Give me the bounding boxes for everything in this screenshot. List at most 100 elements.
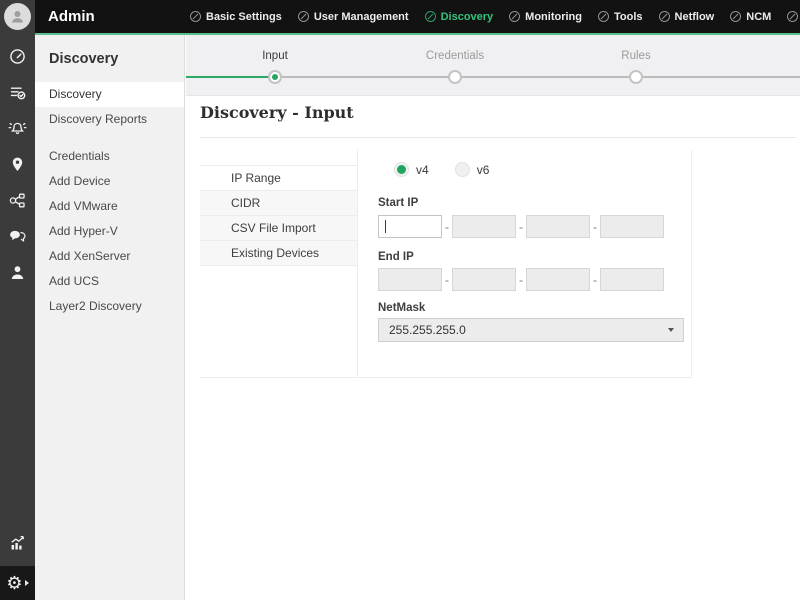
end-ip-octet-1-input[interactable] [378, 268, 442, 291]
end-ip-label: End IP [378, 251, 414, 263]
radio-circle-icon [455, 162, 470, 177]
sidebar-item-layer2-discovery[interactable]: Layer2 Discovery [35, 294, 184, 319]
module-circle-icon [425, 11, 436, 22]
module-circle-icon [659, 11, 670, 22]
module-circle-icon [190, 11, 201, 22]
step-node-credentials[interactable] [448, 70, 462, 84]
rail-icon-group [0, 38, 35, 290]
nav-label: Tools [614, 11, 643, 23]
sidebar-item-add-vmware[interactable]: Add VMware [35, 194, 184, 219]
user-silhouette-icon [8, 7, 27, 26]
module-circle-icon [787, 11, 798, 22]
step-credentials[interactable]: Credentials [426, 50, 484, 62]
text-caret [385, 220, 386, 233]
avatar[interactable] [4, 3, 31, 30]
radio-label: v4 [416, 163, 429, 177]
end-ip-octet-2-input[interactable] [452, 268, 516, 291]
tab-ip-range[interactable]: IP Range [200, 166, 357, 191]
octet-separator: - [516, 220, 526, 234]
nav-label: Discovery [441, 11, 494, 23]
module-circle-icon [730, 11, 741, 22]
module-circle-icon [298, 11, 309, 22]
nav-label: NCM [746, 11, 771, 23]
sidebar-item-add-hyper-v[interactable]: Add Hyper-V [35, 219, 184, 244]
radio-v6[interactable]: v6 [455, 162, 490, 177]
step-input[interactable]: Input [262, 50, 288, 62]
sidebar-item-add-xenserver[interactable]: Add XenServer [35, 244, 184, 269]
tab-column: IP Range CIDR CSV File Import Existing D… [200, 150, 358, 377]
sidebar-item-discovery[interactable]: Discovery [35, 82, 184, 107]
module-circle-icon [598, 11, 609, 22]
radio-label: v6 [477, 163, 490, 177]
octet-separator: - [442, 220, 452, 234]
nav-oputils[interactable]: OpUtils [787, 11, 800, 23]
end-ip-octet-4-input[interactable] [600, 268, 664, 291]
nav-user-management[interactable]: User Management [298, 11, 409, 23]
title-divider [200, 137, 796, 138]
dashboard-gauge-icon[interactable] [0, 38, 35, 74]
start-ip-octet-row: - - - [378, 215, 664, 238]
sidebar-title: Discovery [35, 35, 184, 82]
sidebar-item-add-ucs[interactable]: Add UCS [35, 269, 184, 294]
icon-rail: ⚙ [0, 0, 35, 600]
nav-netflow[interactable]: Netflow [659, 11, 715, 23]
ip-version-radio-group: v4 v6 [394, 162, 489, 177]
reports-chart-icon[interactable] [0, 528, 35, 558]
module-circle-icon [509, 11, 520, 22]
nav-label: Basic Settings [206, 11, 282, 23]
netmask-value: 255.255.255.0 [379, 323, 668, 337]
nav-monitoring[interactable]: Monitoring [509, 11, 582, 23]
nav-basic-settings[interactable]: Basic Settings [190, 11, 282, 23]
octet-separator: - [590, 220, 600, 234]
stepper-progress [186, 76, 275, 78]
step-node-rules[interactable] [629, 70, 643, 84]
gear-caret-icon [25, 580, 29, 586]
page-title-admin: Admin [48, 8, 95, 25]
ip-range-form: v4 v6 Start IP - - - En [358, 150, 691, 377]
alarms-bell-icon[interactable] [0, 110, 35, 146]
sidebar: Discovery Discovery Discovery Reports Cr… [35, 35, 185, 600]
end-ip-octet-row: - - - [378, 268, 664, 291]
chat-bubbles-icon[interactable] [0, 218, 35, 254]
nav-label: Netflow [675, 11, 715, 23]
octet-separator: - [442, 273, 452, 287]
app-window: ⚙ Admin Basic Settings User Management D… [0, 0, 800, 600]
start-ip-octet-1-input[interactable] [378, 215, 442, 238]
user-contact-icon[interactable] [0, 254, 35, 290]
settings-gear-button[interactable]: ⚙ [0, 566, 35, 600]
discovery-input-panel: IP Range CIDR CSV File Import Existing D… [200, 150, 692, 378]
nav-discovery[interactable]: Discovery [425, 11, 494, 23]
chevron-down-icon [668, 328, 674, 332]
netmask-dropdown[interactable]: 255.255.255.0 [378, 318, 684, 342]
nav-label: User Management [314, 11, 409, 23]
octet-separator: - [590, 273, 600, 287]
inventory-list-check-icon[interactable] [0, 74, 35, 110]
netmask-label: NetMask [378, 302, 425, 314]
tab-csv-file-import[interactable]: CSV File Import [200, 216, 357, 241]
topology-network-icon[interactable] [0, 182, 35, 218]
sidebar-item-credentials[interactable]: Credentials [35, 144, 184, 169]
tab-cidr[interactable]: CIDR [200, 191, 357, 216]
maps-pin-icon[interactable] [0, 146, 35, 182]
sidebar-item-discovery-reports[interactable]: Discovery Reports [35, 107, 184, 132]
start-ip-octet-2-input[interactable] [452, 215, 516, 238]
sidebar-item-add-device[interactable]: Add Device [35, 169, 184, 194]
tab-existing-devices[interactable]: Existing Devices [200, 241, 357, 266]
tab-list: IP Range CIDR CSV File Import Existing D… [200, 165, 357, 266]
wizard-stepper: Input Credentials Rules [186, 35, 800, 96]
radio-circle-icon [394, 162, 409, 177]
page-title: Discovery - Input [200, 103, 354, 122]
gear-icon: ⚙ [6, 574, 22, 592]
start-ip-octet-4-input[interactable] [600, 215, 664, 238]
end-ip-octet-3-input[interactable] [526, 268, 590, 291]
step-node-input[interactable] [268, 70, 282, 84]
nav-ncm[interactable]: NCM [730, 11, 771, 23]
topbar: Admin Basic Settings User Management Dis… [35, 0, 800, 33]
start-ip-label: Start IP [378, 197, 418, 209]
nav-tools[interactable]: Tools [598, 11, 643, 23]
nav-label: Monitoring [525, 11, 582, 23]
top-navigation: Basic Settings User Management Discovery… [190, 0, 800, 33]
step-rules[interactable]: Rules [621, 50, 650, 62]
start-ip-octet-3-input[interactable] [526, 215, 590, 238]
radio-v4[interactable]: v4 [394, 162, 429, 177]
